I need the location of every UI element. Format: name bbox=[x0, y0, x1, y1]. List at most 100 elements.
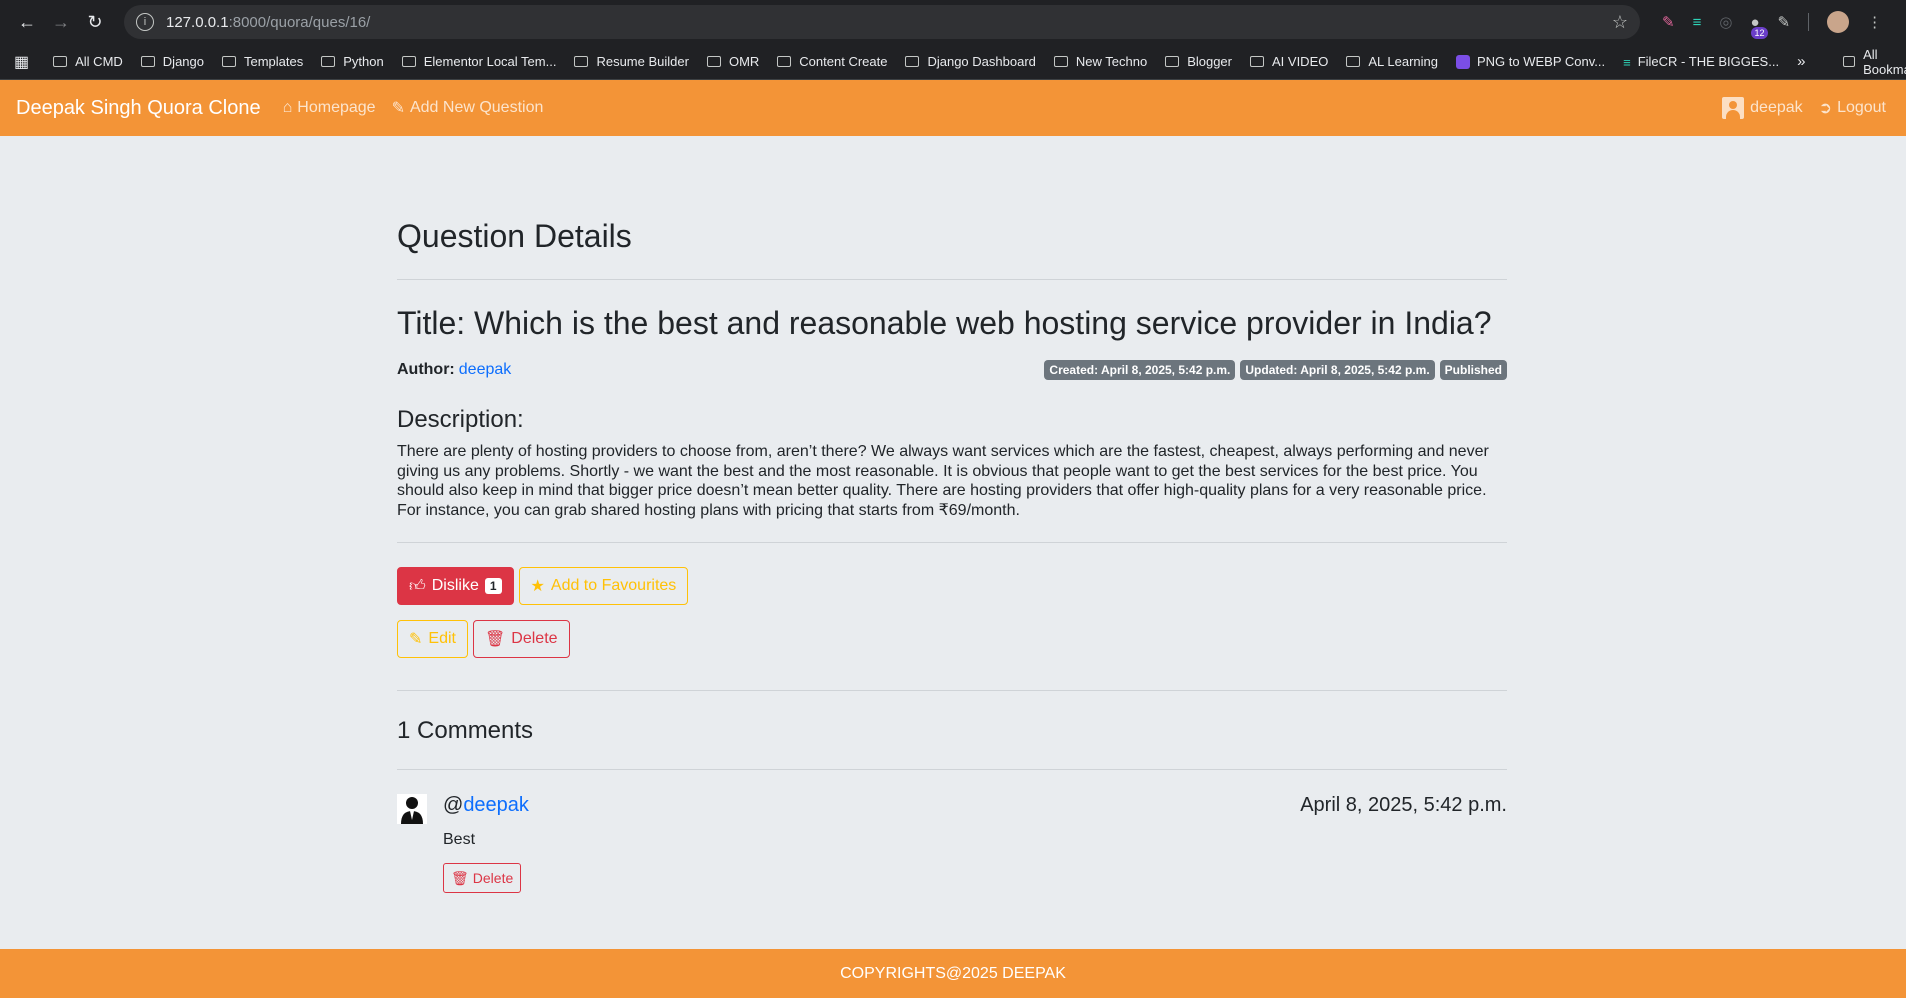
bookmark-label: OMR bbox=[728, 54, 760, 69]
back-icon[interactable]: ← bbox=[10, 5, 44, 39]
nav-add-question[interactable]: ✎ Add New Question bbox=[392, 98, 544, 118]
apps-grid-icon[interactable]: ▦ bbox=[14, 52, 29, 72]
extension-badge-count: 12 bbox=[1751, 26, 1768, 39]
bookmark-item[interactable]: Django bbox=[140, 54, 204, 69]
folder-icon bbox=[1843, 56, 1856, 67]
address-bar[interactable]: i 127.0.0.1:8000/quora/ques/16/ ☆ bbox=[124, 5, 1640, 39]
home-icon: ⌂ bbox=[282, 99, 293, 116]
add-favourites-button[interactable]: ★ Add to Favourites bbox=[518, 567, 689, 606]
folder-icon bbox=[905, 56, 920, 67]
comment-delete-label: Delete bbox=[472, 870, 514, 887]
comment-avatar bbox=[397, 794, 427, 825]
site-favicon-icon bbox=[1456, 54, 1470, 69]
url-host: 127.0.0.1 bbox=[166, 13, 229, 31]
wordpress-extension-icon[interactable]: ◎ bbox=[1719, 13, 1732, 31]
extensions-puzzle-icon[interactable]: ✎ bbox=[1778, 13, 1791, 31]
nav-homepage[interactable]: ⌂ Homepage bbox=[283, 99, 376, 117]
folder-icon bbox=[321, 56, 336, 67]
bookmark-label: Python bbox=[343, 54, 384, 69]
page-title: Question Details bbox=[397, 218, 632, 254]
nav-add-question-label: Add New Question bbox=[409, 99, 544, 116]
bookmark-item[interactable]: AL Learning bbox=[1346, 54, 1438, 69]
comment-user-link[interactable]: deepak bbox=[463, 794, 529, 816]
folder-icon bbox=[401, 56, 416, 67]
folder-icon bbox=[140, 56, 155, 67]
delete-button[interactable]: 🗑︎ Delete bbox=[472, 620, 570, 659]
bookmark-item[interactable]: OMR bbox=[706, 54, 760, 69]
description-text: There are plenty of hosting providers to… bbox=[397, 443, 1489, 519]
folder-icon bbox=[1250, 56, 1264, 67]
footer: COPYRIGHTS@2025 DEEPAK bbox=[0, 949, 1906, 998]
brand-link[interactable]: Deepak Singh Quora Clone bbox=[16, 97, 261, 120]
description-heading: Description: bbox=[397, 406, 524, 434]
nav-logout[interactable]: ➲ Logout bbox=[1819, 98, 1886, 118]
bookmark-item[interactable]: All CMD bbox=[53, 54, 123, 69]
bookmark-label: Django Dashboard bbox=[927, 54, 1036, 69]
question-title: Title: Which is the best and reasonable … bbox=[397, 305, 1492, 341]
reaction-buttons: 👍︎ Dislike 1 ★ Add to Favourites bbox=[397, 567, 1507, 606]
pen-extension-icon[interactable]: ✎ bbox=[1662, 13, 1675, 31]
trash-icon: 🗑︎ bbox=[484, 631, 506, 649]
bookmark-item[interactable]: Django Dashboard bbox=[905, 54, 1036, 69]
bookmark-label: PNG to WEBP Conv... bbox=[1477, 54, 1606, 69]
bookmark-label: AL Learning bbox=[1368, 54, 1438, 69]
url-path: :8000/quora/ques/16/ bbox=[228, 13, 371, 31]
bookmark-label: FileCR - THE BIGGES... bbox=[1637, 54, 1780, 69]
edit-label: Edit bbox=[428, 630, 456, 648]
nav-logout-label: Logout bbox=[1837, 99, 1886, 116]
edit-button[interactable]: ✎ Edit bbox=[397, 620, 468, 659]
all-bookmarks-label: All Bookmarks bbox=[1863, 46, 1906, 77]
badge-extension-icon[interactable]: ● 12 bbox=[1750, 14, 1768, 39]
forward-icon[interactable]: → bbox=[44, 5, 78, 39]
divider bbox=[397, 690, 1507, 692]
divider bbox=[397, 542, 1507, 544]
bookmark-label: All CMD bbox=[75, 54, 123, 69]
edit-icon: ✎ bbox=[391, 100, 405, 117]
kebab-menu-icon[interactable]: ⋮ bbox=[1867, 13, 1882, 31]
author-link[interactable]: deepak bbox=[459, 361, 512, 379]
profile-avatar[interactable] bbox=[1827, 11, 1850, 33]
bookmark-label: Blogger bbox=[1187, 54, 1232, 69]
dislike-button[interactable]: 👍︎ Dislike 1 bbox=[397, 567, 514, 606]
bookmark-star-icon[interactable]: ☆ bbox=[1612, 12, 1628, 33]
created-badge: Created: April 8, 2025, 5:42 p.m. bbox=[1044, 360, 1236, 381]
delete-label: Delete bbox=[511, 630, 558, 648]
toolbar-divider bbox=[1808, 13, 1810, 31]
edit-icon: ✎ bbox=[409, 631, 423, 649]
site-info-icon[interactable]: i bbox=[136, 13, 154, 31]
nav-user[interactable]: deepak bbox=[1722, 97, 1803, 119]
bookmark-item[interactable]: New Techno bbox=[1053, 54, 1147, 69]
favourites-label: Add to Favourites bbox=[550, 577, 677, 595]
bookmark-label: Templates bbox=[244, 54, 304, 69]
bookmark-item[interactable]: Python bbox=[321, 54, 384, 69]
browser-toolbar: ← → ↻ i 127.0.0.1:8000/quora/ques/16/ ☆ … bbox=[0, 0, 1906, 44]
bookmark-item[interactable]: Resume Builder bbox=[574, 54, 689, 69]
folder-icon bbox=[574, 56, 589, 67]
filecr-favicon-icon: ≡ bbox=[1623, 54, 1631, 70]
bookmark-item[interactable]: Blogger bbox=[1165, 54, 1232, 69]
folder-icon bbox=[1165, 56, 1180, 67]
folder-icon bbox=[777, 56, 792, 67]
reload-icon[interactable]: ↻ bbox=[78, 5, 112, 39]
bookmark-item[interactable]: Content Create bbox=[777, 54, 887, 69]
bookmark-item[interactable]: PNG to WEBP Conv... bbox=[1456, 54, 1605, 69]
app-navbar: Deepak Singh Quora Clone ⌂ Homepage ✎ Add … bbox=[0, 80, 1906, 136]
lines-extension-icon[interactable]: ≡ bbox=[1693, 14, 1702, 31]
bookmark-item[interactable]: Templates bbox=[222, 54, 303, 69]
logout-icon: ➲ bbox=[1818, 100, 1833, 117]
star-icon: ★ bbox=[530, 578, 545, 596]
comment-date: April 8, 2025, 5:42 p.m. bbox=[1300, 794, 1507, 817]
nav-homepage-label: Homepage bbox=[297, 99, 376, 116]
folder-icon bbox=[222, 56, 236, 67]
user-silhouette-icon bbox=[397, 794, 427, 825]
comment-delete-button[interactable]: 🗑︎ Delete bbox=[443, 863, 522, 894]
all-bookmarks[interactable]: All Bookmarks bbox=[1843, 47, 1906, 77]
bookmark-label: Content Create bbox=[799, 54, 888, 69]
bookmark-item[interactable]: ≡ FileCR - THE BIGGES... bbox=[1623, 54, 1780, 70]
bookmark-item[interactable]: Elementor Local Tem... bbox=[401, 54, 556, 69]
comment-at: @ bbox=[443, 794, 464, 817]
more-bookmarks-icon[interactable]: » bbox=[1797, 53, 1805, 70]
folder-icon bbox=[706, 56, 721, 67]
bookmark-item[interactable]: AI VIDEO bbox=[1250, 54, 1328, 69]
question-meta: Author: deepak Created: April 8, 2025, 5… bbox=[397, 360, 1507, 381]
